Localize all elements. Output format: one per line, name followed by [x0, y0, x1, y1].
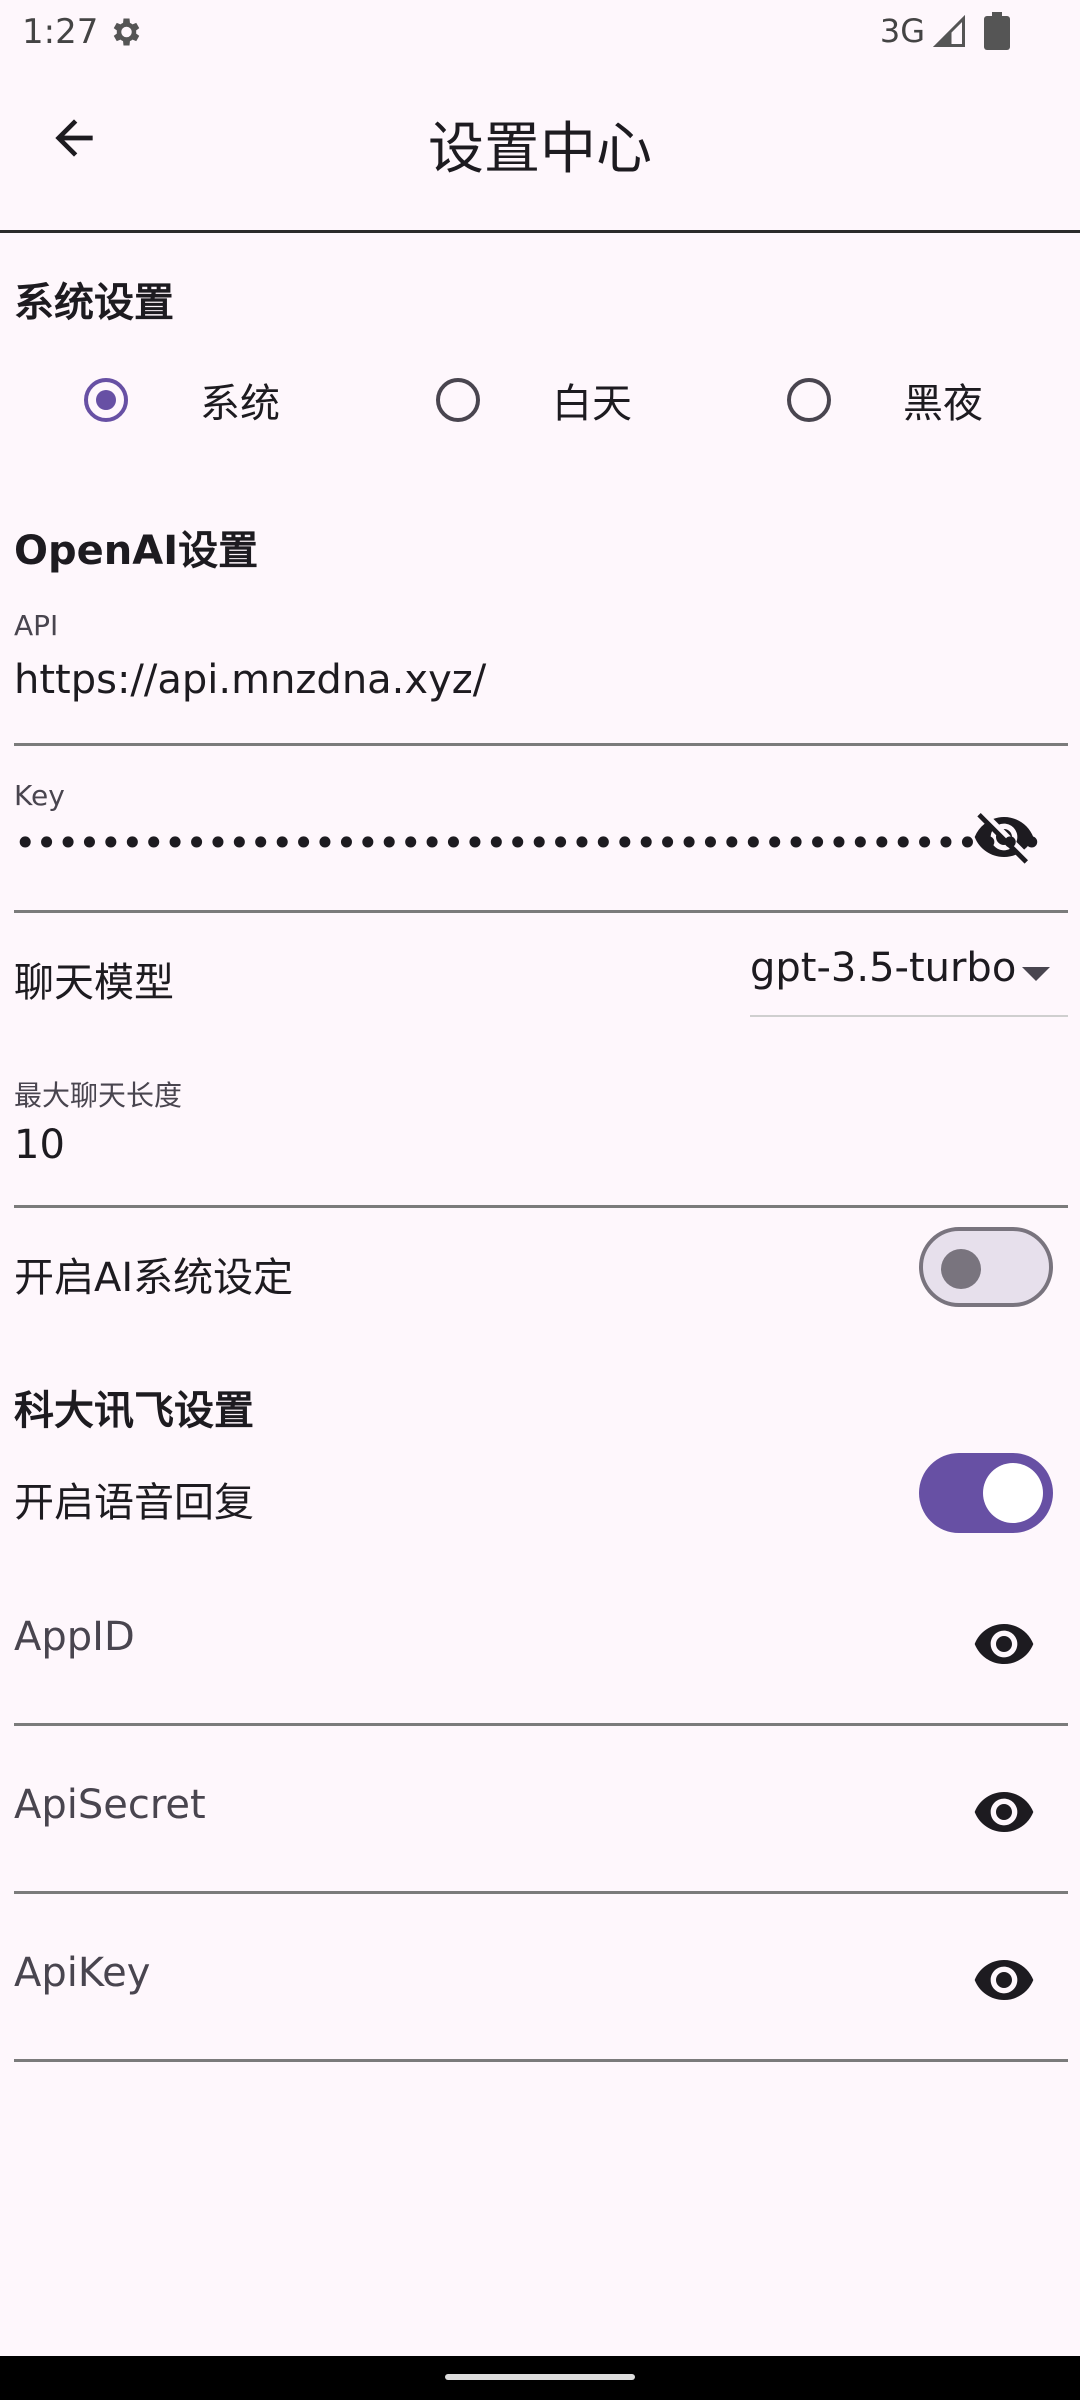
dropdown-arrow-icon [1022, 967, 1050, 981]
api-key-label: Key [14, 779, 65, 812]
api-url-label: API [14, 609, 59, 642]
api-key-field[interactable]: Key ••••••••••••••••••••••••••••••••••••… [14, 775, 1068, 913]
radio-button[interactable] [436, 378, 480, 422]
app-bar: 设置中心 [0, 62, 1080, 233]
radio-theme-system[interactable]: 系统 [84, 360, 280, 440]
ai-system-setting-label: 开启AI系统设定 [14, 1255, 294, 1301]
radio-theme-day[interactable]: 白天 [436, 360, 632, 440]
radio-button-checked[interactable] [84, 378, 128, 422]
iflytek-settings-title: 科大讯飞设置 [14, 1388, 254, 1434]
visibility-icon[interactable] [972, 1780, 1036, 1844]
ai-system-setting-switch[interactable] [919, 1227, 1053, 1307]
system-nav-bar [0, 2356, 1080, 2400]
signal-icon [932, 14, 968, 50]
chat-model-label: 聊天模型 [14, 960, 174, 1006]
visibility-icon[interactable] [972, 1612, 1036, 1676]
radio-label-system: 系统 [200, 381, 280, 427]
status-bar: 1:27 3G [0, 0, 1080, 62]
max-chat-length-field[interactable]: 最大聊天长度 10 [14, 1070, 1068, 1208]
settings-screen: 1:27 3G 设置中心 系统设置 系统 白天 黑夜 OpenAI设置 API … [0, 0, 1080, 2400]
api-url-field[interactable]: API https://api.mnzdna.xyz/ [14, 605, 1068, 746]
voice-reply-switch[interactable] [919, 1453, 1053, 1533]
chat-model-dropdown[interactable]: gpt-3.5-turbo [750, 945, 1068, 1017]
radio-theme-night[interactable]: 黑夜 [787, 360, 983, 440]
api-url-value[interactable]: https://api.mnzdna.xyz/ [14, 657, 486, 703]
chat-model-value: gpt-3.5-turbo [750, 945, 1017, 991]
page-title: 设置中心 [428, 117, 652, 182]
network-type-label: 3G [879, 12, 925, 50]
openai-settings-title: OpenAI设置 [14, 528, 259, 574]
api-key-iflytek-field[interactable]: ApiKey [14, 1906, 1068, 2062]
api-secret-placeholder[interactable]: ApiSecret [14, 1782, 206, 1828]
home-gesture-handle[interactable] [445, 2374, 635, 2380]
switch-knob [941, 1249, 981, 1289]
max-chat-length-label: 最大聊天长度 [14, 1079, 183, 1112]
switch-knob [983, 1463, 1043, 1523]
api-key-iflytek-placeholder[interactable]: ApiKey [14, 1950, 150, 1996]
gear-icon [107, 14, 143, 50]
system-settings-title: 系统设置 [14, 280, 174, 326]
max-chat-length-value[interactable]: 10 [14, 1122, 65, 1168]
appid-field[interactable]: AppID [14, 1570, 1068, 1726]
api-key-value[interactable]: ••••••••••••••••••••••••••••••••••••••••… [14, 821, 1043, 865]
voice-reply-label: 开启语音回复 [14, 1480, 254, 1526]
radio-label-night: 黑夜 [903, 381, 983, 427]
appid-placeholder[interactable]: AppID [14, 1614, 135, 1660]
status-time: 1:27 [22, 12, 99, 52]
radio-button[interactable] [787, 378, 831, 422]
visibility-icon[interactable] [972, 1948, 1036, 2012]
radio-label-day: 白天 [552, 381, 632, 427]
visibility-off-icon[interactable] [972, 805, 1036, 869]
battery-icon [984, 12, 1010, 50]
theme-radio-group: 系统 白天 黑夜 [0, 360, 1080, 440]
api-secret-field[interactable]: ApiSecret [14, 1738, 1068, 1894]
